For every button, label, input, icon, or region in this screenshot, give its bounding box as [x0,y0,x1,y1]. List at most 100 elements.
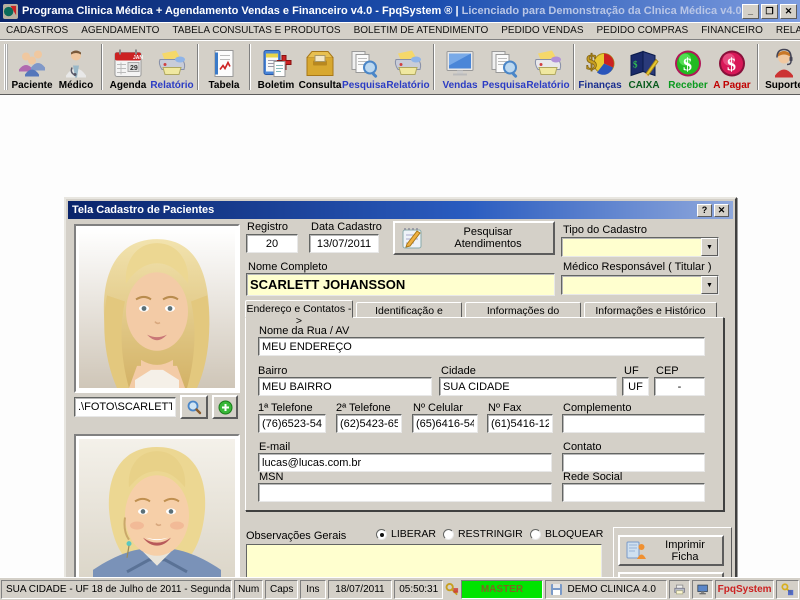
pesquisar-atendimentos-button[interactable]: Pesquisar Atendimentos [393,221,555,255]
drawer-icon [306,51,334,76]
status-time: 05:50:31 [394,579,444,599]
data-cadastro-field[interactable] [309,234,379,253]
menu-cadastros[interactable]: CADASTROS [6,25,68,36]
receive-money-icon: $ [675,50,701,77]
toolbar-button-receber[interactable]: $ Receber [666,41,710,93]
radio-dot-icon [376,528,387,540]
toolbar-button-medico[interactable]: Médico [54,41,98,93]
tab-informacoes-historico[interactable]: Informações e Histórico Clinico [584,302,717,329]
toolbar-separator [101,44,103,90]
complemento-label: Complemento [563,402,632,414]
msn-field[interactable] [258,483,552,502]
radio-restringir[interactable]: RESTRINGIR [443,528,523,540]
app-icon [3,3,18,19]
bairro-label: Bairro [258,365,288,377]
toolbar-button-suporte[interactable]: Suporte [762,41,800,93]
radio-bloquear[interactable]: BLOQUEAR [530,528,603,540]
tipo-cadastro-combobox[interactable]: ▼ [561,237,719,257]
rua-field[interactable] [258,337,705,356]
contato-field[interactable] [562,453,705,472]
menu-agendamento[interactable]: AGENDAMENTO [81,25,159,36]
toolbar-button-boletim[interactable]: Boletim [254,41,298,93]
dialog-help-button[interactable]: ? [697,203,712,217]
telefone2-field[interactable] [336,414,402,433]
toolbar-button-tabela[interactable]: Tabela [202,41,246,93]
toolbar-gripper[interactable] [4,44,8,90]
cep-field[interactable] [654,377,705,396]
keys-icon [781,582,794,595]
chevron-down-icon[interactable]: ▼ [701,238,718,256]
bairro-field[interactable] [258,377,432,396]
rede-social-field[interactable] [562,483,705,502]
menu-tabela-consultas[interactable]: TABELA CONSULTAS E PRODUTOS [172,25,340,36]
complemento-field[interactable] [562,414,705,433]
dialog-titlebar[interactable]: Tela Cadastro de Pacientes ? ✕ [68,201,733,219]
svg-text:$: $ [727,55,736,75]
fax-label: Nº Fax [488,402,522,414]
status-insert: Ins [299,579,326,599]
toolbar-button-agenda[interactable]: JAN 29 Agenda [106,41,150,93]
toolbar-button-financas[interactable]: $ Finanças [578,41,622,93]
toolbar-button-pesquisa-vendas[interactable]: Pesquisa [482,41,526,93]
tab-informacoes-convenio[interactable]: Informações do Convênio -> [465,302,581,329]
close-button[interactable]: ✕ [780,3,797,19]
menu-boletim[interactable]: BOLETIM DE ATENDIMENTO [354,25,489,36]
pay-money-icon: $ [719,50,745,77]
restore-button[interactable]: ❐ [761,3,778,19]
email-label: E-mail [259,441,291,453]
chevron-down-icon[interactable]: ▼ [701,276,718,294]
add-icon [218,400,232,414]
support-icon [775,48,793,78]
uf-field[interactable] [622,377,649,396]
key-icon [445,582,459,595]
registro-field[interactable] [246,234,298,253]
patient-portrait-image [79,439,235,598]
tab-endereco-contatos[interactable]: Endereço e Contatos -> [245,300,353,327]
telefone2-label: 2ª Telefone [336,402,391,414]
telefone1-field[interactable] [258,414,326,433]
menu-financeiro[interactable]: FINANCEIRO [701,25,763,36]
toolbar-button-paciente[interactable]: Paciente [10,41,54,93]
medico-responsavel-combobox[interactable]: ▼ [561,275,719,295]
notepad-pencil-icon [402,228,422,249]
contato-label: Contato [563,441,602,453]
email-field[interactable] [258,453,552,472]
photo-browse-button-1[interactable] [180,395,208,419]
menu-pedido-vendas[interactable]: PEDIDO VENDAS [501,25,583,36]
imprimir-ficha-button[interactable]: Imprimir Ficha [618,535,724,566]
toolbar-button-a-pagar[interactable]: $ A Pagar [710,41,754,93]
toolbar-button-consulta[interactable]: Consulta [298,41,342,93]
patients-icon [19,50,45,77]
toolbar-separator [249,44,251,90]
nome-completo-label: Nome Completo [248,261,328,273]
toolbar-button-vendas[interactable]: Vendas [438,41,482,93]
dialog-close-button[interactable]: ✕ [714,203,729,217]
toolbar-button-relatorio-vendas[interactable]: Relatório [526,41,570,93]
menu-bar: CADASTROS AGENDAMENTO TABELA CONSULTAS E… [0,22,800,40]
toolbar-button-pesquisa-boletim[interactable]: Pesquisa [342,41,386,93]
printer-icon [158,50,186,75]
table-document-icon [214,50,234,77]
tipo-cadastro-label: Tipo do Cadastro [563,224,647,236]
search-documents-icon [491,51,518,78]
toolbar-button-relatorio-agenda[interactable]: Relatório [150,41,194,93]
nome-completo-field[interactable] [246,273,555,296]
toolbar-separator [433,44,435,90]
minimize-button[interactable]: _ [742,3,759,19]
toolbar-button-caixa[interactable]: $ CAIXA [622,41,666,93]
fax-field[interactable] [487,414,553,433]
window-title: Programa Clinica Médica + Agendamento Ve… [22,5,742,17]
cidade-field[interactable] [439,377,617,396]
printer-icon [394,50,422,75]
tab-identificacao-filiacao[interactable]: Identificação e Filiação -> [356,302,462,329]
menu-pedido-compras[interactable]: PEDIDO COMPRAS [597,25,689,36]
toolbar-button-relatorio-boletim[interactable]: Relatório [386,41,430,93]
menu-relatorios[interactable]: RELATÓRIOS [776,25,800,36]
radio-liberar[interactable]: LIBERAR [376,528,436,540]
photo-add-button-1[interactable] [212,395,238,419]
celular-field[interactable] [412,414,478,433]
status-clinic: DEMO CLINICA 4.0 [544,579,667,599]
photo-path-field-1[interactable] [74,397,176,417]
status-brand: FpqSystem [715,579,774,599]
rede-social-label: Rede Social [563,471,623,483]
